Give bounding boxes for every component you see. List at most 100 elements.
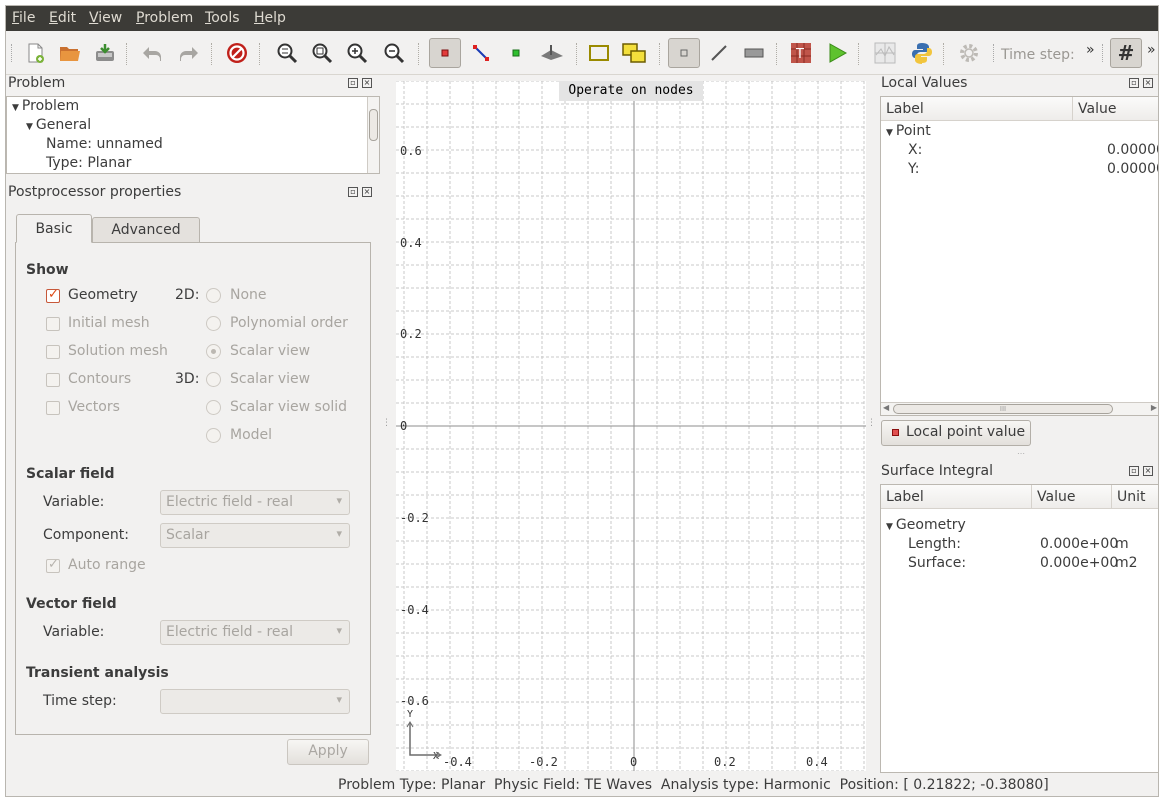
solution-mesh-checkbox[interactable] <box>46 345 60 359</box>
menu-file[interactable]: File <box>12 10 35 26</box>
status-bar: Problem Type: Planar Physic Field: TE Wa… <box>6 773 1158 796</box>
close-icon[interactable]: × <box>1143 466 1153 476</box>
redo-icon[interactable] <box>176 40 202 66</box>
expand-arrow-icon[interactable]: ▼ <box>26 122 33 132</box>
view-polynomial-radio[interactable] <box>206 316 221 331</box>
tree-item-type[interactable]: Type: Planar <box>46 155 131 171</box>
zoom-in-icon[interactable] <box>344 40 370 66</box>
new-icon[interactable] <box>22 40 48 66</box>
tree-item-name[interactable]: Name: unnamed <box>46 136 163 152</box>
chart-icon[interactable] <box>872 40 898 66</box>
scalar-component-select[interactable]: Scalar <box>160 523 350 548</box>
vectors-checkbox[interactable] <box>46 401 60 415</box>
block-mode-icon[interactable] <box>741 40 767 66</box>
geometry-canvas[interactable]: Operate on nodes 0.6 0.4 0.2 0 -0.2 -0.4… <box>396 81 866 771</box>
close-icon[interactable]: × <box>1143 78 1153 88</box>
tab-basic[interactable]: Basic <box>16 214 92 243</box>
zoom-out-icon[interactable] <box>381 40 407 66</box>
view-model-radio[interactable] <box>206 428 221 443</box>
line-mode-icon[interactable] <box>706 40 732 66</box>
scalar-view-icon[interactable] <box>586 40 612 66</box>
tab-advanced[interactable]: Advanced <box>92 217 200 242</box>
zoom-best-fit-icon[interactable] <box>274 40 300 66</box>
column-header-value[interactable]: Value <box>1032 485 1112 509</box>
menu-help[interactable]: Help <box>254 10 286 26</box>
apply-button[interactable]: Apply <box>287 739 369 765</box>
local-values-dock-buttons: ▫ × <box>1129 78 1153 88</box>
local-values-table[interactable]: Label Value ▼Point X: 0.00000 Y: 0.00000… <box>880 96 1158 416</box>
problem-tree-scrollbar[interactable] <box>367 97 379 173</box>
operate-edges-icon[interactable] <box>468 40 494 66</box>
toolbar-overflow-icon-2[interactable]: » <box>1147 42 1156 58</box>
view-scalar-solid-radio[interactable] <box>206 400 221 415</box>
tree-item-point[interactable]: ▼ Point <box>886 123 931 139</box>
local-values-hscrollbar[interactable]: ◀ III ▶ <box>881 402 1158 415</box>
toolbar-grip[interactable] <box>11 44 14 62</box>
surface-integral-table[interactable]: Label Value Unit ▼ Geometry Length: 0.000… <box>880 484 1158 773</box>
scroll-thumb[interactable]: III <box>893 404 1113 414</box>
mesh-icon[interactable]: T <box>788 40 814 66</box>
auto-range-checkbox[interactable] <box>46 557 60 573</box>
local-point-value-button[interactable]: Local point value <box>881 420 1031 446</box>
expand-arrow-icon[interactable]: ▼ <box>886 128 893 138</box>
y-tick-label: -0.6 <box>400 694 429 708</box>
splitter-handle[interactable]: ⋯ <box>1017 449 1025 458</box>
preprocessor-mode-icon[interactable] <box>668 38 700 68</box>
geometry-label: Geometry <box>68 287 138 303</box>
open-icon[interactable] <box>57 40 83 66</box>
python-icon[interactable] <box>909 40 935 66</box>
show-heading: Show <box>26 262 69 278</box>
toolbar-overflow-icon[interactable]: » <box>1086 42 1095 58</box>
scalar-variable-select[interactable]: Electric field - real <box>160 490 350 515</box>
float-icon[interactable]: ▫ <box>1129 78 1139 88</box>
grid-icon[interactable]: # <box>1110 38 1142 68</box>
view-scalar-label: Scalar view <box>230 343 311 359</box>
scroll-right-icon[interactable]: ▶ <box>1151 403 1157 412</box>
view-scalar-radio[interactable] <box>206 344 221 359</box>
operate-nodes-icon[interactable] <box>429 38 461 68</box>
splitter-handle[interactable]: ⋮ <box>382 418 391 428</box>
scroll-left-icon[interactable]: ◀ <box>883 403 889 412</box>
float-icon[interactable]: ▫ <box>348 78 358 88</box>
column-header-label[interactable]: Label <box>881 97 1073 121</box>
tree-item-geometry[interactable]: ▼ Geometry <box>886 517 966 533</box>
multiple-view-icon[interactable] <box>621 40 647 66</box>
tree-item-general[interactable]: ▼ General <box>26 117 91 133</box>
menu-problem[interactable]: Problem <box>136 10 193 26</box>
close-icon[interactable]: × <box>362 78 372 88</box>
problem-dock-title: Problem <box>8 75 66 91</box>
float-icon[interactable]: ▫ <box>1129 466 1139 476</box>
problem-dock-buttons: ▫ × <box>348 78 372 88</box>
close-icon[interactable]: × <box>362 187 372 197</box>
splitter-handle[interactable]: ⋮ <box>867 418 876 428</box>
contours-checkbox[interactable] <box>46 373 60 387</box>
operate-labels-icon[interactable] <box>503 40 529 66</box>
view-none-radio[interactable] <box>206 288 221 303</box>
menu-tools[interactable]: Tools <box>205 10 240 26</box>
expand-arrow-icon[interactable]: ▼ <box>12 103 19 113</box>
scalar-component-label: Component: <box>43 527 129 543</box>
stop-icon[interactable] <box>224 40 250 66</box>
expand-arrow-icon[interactable]: ▼ <box>886 522 893 532</box>
float-icon[interactable]: ▫ <box>348 187 358 197</box>
menu-edit[interactable]: Edit <box>49 10 76 26</box>
column-header-label[interactable]: Label <box>881 485 1032 509</box>
operate-postprocessor-icon[interactable] <box>539 40 565 66</box>
column-header-value[interactable]: Value <box>1073 97 1158 121</box>
settings-icon[interactable] <box>956 40 982 66</box>
column-header-unit[interactable]: Unit <box>1112 485 1158 509</box>
solve-icon[interactable] <box>824 40 850 66</box>
undo-icon[interactable] <box>139 40 165 66</box>
initial-mesh-checkbox[interactable] <box>46 317 60 331</box>
save-icon[interactable] <box>92 40 118 66</box>
integral-length-unit: m <box>1115 536 1129 552</box>
time-step-select[interactable] <box>160 689 350 714</box>
problem-tree[interactable]: ▼ Problem ▼ General Name: unnamed Type: Pl… <box>6 96 380 174</box>
zoom-region-icon[interactable] <box>309 40 335 66</box>
view-scalar-3d-radio[interactable] <box>206 372 221 387</box>
integral-surface-value: 0.000e+00 <box>1040 555 1119 571</box>
menu-view[interactable]: View <box>89 10 122 26</box>
geometry-checkbox[interactable] <box>46 287 60 303</box>
vector-variable-select[interactable]: Electric field - real <box>160 620 350 645</box>
tree-item-problem[interactable]: ▼ Problem <box>12 98 79 114</box>
